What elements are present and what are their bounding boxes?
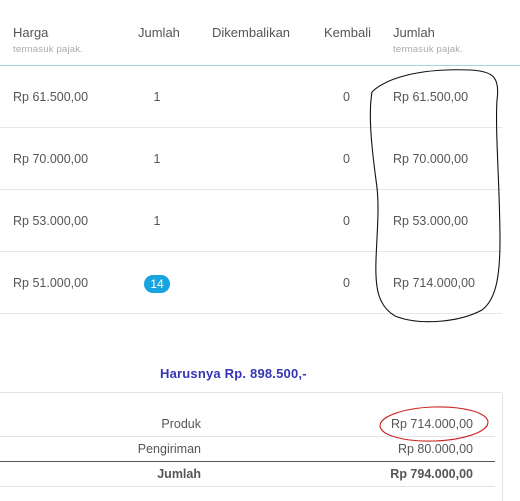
table-row: Rp 51.000,00 14 0 Rp 714.000,00 [0, 252, 502, 314]
header-price: Harga [13, 25, 49, 40]
row-change: 0 [343, 90, 350, 104]
row-price: Rp 70.000,00 [13, 152, 89, 166]
summary-total-value: Rp 794.000,00 [390, 467, 473, 481]
row-price: Rp 51.000,00 [13, 276, 89, 290]
quantity-badge: 14 [144, 274, 170, 293]
header-total-subtitle: termasuk pajak. [393, 44, 464, 55]
table-row: Rp 70.000,00 1 0 Rp 70.000,00 [0, 128, 502, 190]
row-total: Rp 53.000,00 [393, 214, 469, 228]
row-change: 0 [343, 276, 350, 290]
correction-note: Harusnya Rp. 898.500,- [160, 366, 307, 381]
summary-shipping-row: Pengiriman Rp 80.000,00 [0, 437, 495, 461]
header-returned: Dikembalikan [212, 25, 291, 40]
summary-products-label: Produk [161, 417, 201, 431]
row-change: 0 [343, 214, 350, 228]
row-total: Rp 70.000,00 [393, 152, 469, 166]
row-quantity: 14 [143, 252, 171, 314]
row-quantity: 1 [153, 90, 161, 104]
header-price-subtitle: termasuk pajak. [13, 44, 84, 55]
row-price: Rp 61.500,00 [13, 90, 89, 104]
row-quantity: 1 [153, 152, 161, 166]
table-header: Harga termasuk pajak. Jumlah Dikembalika… [0, 0, 520, 66]
header-change: Kembali [324, 25, 371, 40]
row-total: Rp 61.500,00 [393, 90, 469, 104]
summary-total-label: Jumlah [157, 467, 201, 481]
summary-products-value: Rp 714.000,00 [390, 417, 473, 431]
summary-products-row: Produk Rp 714.000,00 [0, 412, 495, 436]
summary-total-row: Jumlah Rp 794.000,00 [0, 462, 495, 486]
divider [0, 486, 495, 487]
row-change: 0 [343, 152, 350, 166]
summary-shipping-value: Rp 80.000,00 [397, 442, 473, 456]
header-quantity: Jumlah [138, 25, 180, 40]
table-row: Rp 61.500,00 1 0 Rp 61.500,00 [0, 66, 502, 128]
row-price: Rp 53.000,00 [13, 214, 89, 228]
summary-shipping-label: Pengiriman [137, 442, 201, 456]
row-quantity: 1 [153, 214, 161, 228]
table-row: Rp 53.000,00 1 0 Rp 53.000,00 [0, 190, 502, 252]
header-total: Jumlah [393, 25, 435, 40]
order-summary: Produk Rp 714.000,00 Pengiriman Rp 80.00… [0, 392, 503, 501]
row-total: Rp 714.000,00 [393, 276, 476, 290]
